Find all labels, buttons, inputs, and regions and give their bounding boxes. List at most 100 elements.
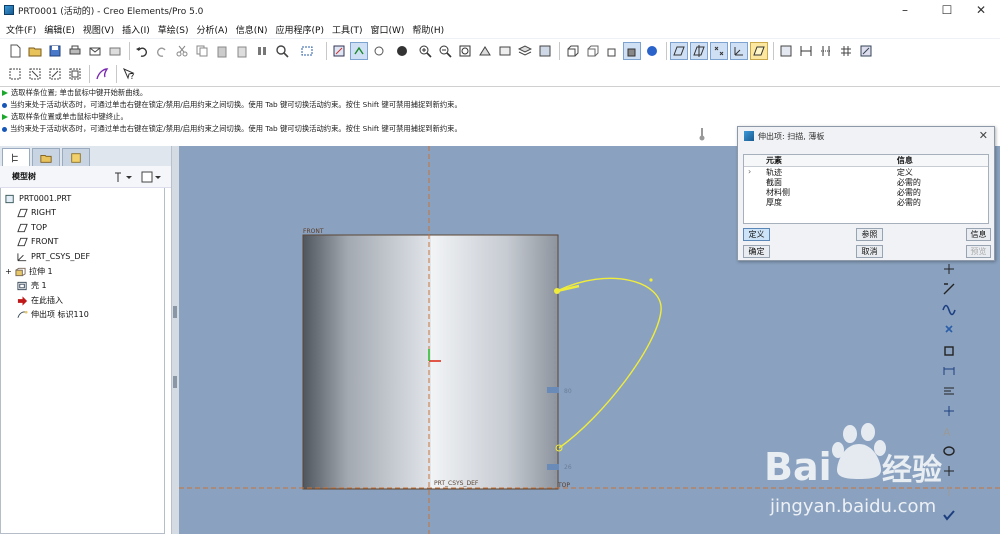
- menu-insert[interactable]: 插入(I): [118, 23, 154, 36]
- dialog-close-icon[interactable]: ✕: [979, 129, 988, 142]
- redo-icon[interactable]: [153, 42, 171, 60]
- view-manager-icon[interactable]: [536, 42, 554, 60]
- element-row[interactable]: 截面 必需的: [744, 177, 988, 187]
- refs-button[interactable]: 参照: [856, 228, 883, 241]
- point-tool-icon[interactable]: [942, 260, 968, 278]
- reorient-icon[interactable]: [476, 42, 494, 60]
- menu-edit[interactable]: 编辑(E): [40, 23, 79, 36]
- modify-tool-icon[interactable]: [942, 382, 968, 400]
- define-button[interactable]: 定义: [743, 228, 770, 241]
- zoom-in-icon[interactable]: [416, 42, 434, 60]
- dimension-tool-icon[interactable]: [942, 362, 968, 380]
- tab-favorites[interactable]: [62, 148, 90, 166]
- spline-control-point[interactable]: [649, 278, 653, 282]
- tab-model-tree[interactable]: [2, 148, 30, 166]
- cylinder-left-face[interactable]: [303, 235, 431, 489]
- zoom-out-icon[interactable]: [436, 42, 454, 60]
- menu-info[interactable]: 信息(N): [232, 23, 272, 36]
- select-datum-icon[interactable]: [66, 65, 84, 83]
- sketch-view-icon[interactable]: [857, 42, 875, 60]
- ok-button[interactable]: 确定: [743, 245, 770, 258]
- paste-icon[interactable]: [213, 42, 231, 60]
- cylinder-right-face[interactable]: [431, 235, 558, 489]
- open-folder-icon[interactable]: [26, 42, 44, 60]
- spline-start-point[interactable]: [554, 288, 560, 294]
- sketch-dimension-icon[interactable]: [797, 42, 815, 60]
- menu-applications[interactable]: 应用程序(P): [272, 23, 328, 36]
- mail-attach-icon[interactable]: [106, 42, 124, 60]
- tree-item-right[interactable]: RIGHT: [17, 206, 56, 219]
- tree-item-csys[interactable]: PRT_CSYS_DEF: [17, 250, 90, 263]
- datum-points-toggle-icon[interactable]: [710, 42, 728, 60]
- menu-tools[interactable]: 工具(T): [328, 23, 367, 36]
- preview-button[interactable]: 预览: [966, 245, 991, 258]
- enhanced-realism-icon[interactable]: [643, 42, 661, 60]
- new-file-icon[interactable]: [6, 42, 24, 60]
- thermometer-icon[interactable]: [698, 127, 706, 141]
- hidden-line-icon[interactable]: [583, 42, 601, 60]
- undo-icon[interactable]: [133, 42, 151, 60]
- element-row[interactable]: › 轨迹 定义: [744, 167, 988, 177]
- find-icon[interactable]: [273, 42, 291, 60]
- tree-show-icon[interactable]: [140, 170, 164, 184]
- line-tool-icon[interactable]: [942, 280, 968, 298]
- cut-icon[interactable]: [173, 42, 191, 60]
- print-icon[interactable]: [66, 42, 84, 60]
- maximize-button[interactable]: ☐: [928, 0, 966, 20]
- tree-item-top[interactable]: TOP: [17, 221, 47, 234]
- tree-item-insert-here[interactable]: 在此插入: [17, 294, 63, 307]
- tree-item-part[interactable]: PRT0001.PRT: [5, 192, 71, 205]
- tree-item-sweep[interactable]: 伸出项 标识110: [17, 308, 89, 321]
- menu-analysis[interactable]: 分析(A): [193, 23, 232, 36]
- saved-views-icon[interactable]: [496, 42, 514, 60]
- spline-tool-icon[interactable]: [942, 300, 968, 318]
- sketch-grid-icon[interactable]: [837, 42, 855, 60]
- paste-special-icon[interactable]: [233, 42, 251, 60]
- tree-item-extrude[interactable]: + 拉伸 1: [5, 265, 53, 278]
- menu-sketch[interactable]: 草绘(S): [154, 23, 193, 36]
- no-hidden-icon[interactable]: [603, 42, 621, 60]
- annotation-toggle-icon[interactable]: [750, 42, 768, 60]
- wireframe-icon[interactable]: [563, 42, 581, 60]
- element-row[interactable]: 材料侧 必需的: [744, 187, 988, 197]
- sketcher-palette-icon[interactable]: [93, 65, 111, 83]
- spin-center-icon[interactable]: [350, 42, 368, 60]
- point-x-tool-icon[interactable]: [942, 320, 968, 338]
- dimension-80[interactable]: 80: [564, 388, 572, 395]
- context-help-icon[interactable]: ?: [120, 65, 138, 83]
- info-button[interactable]: 信息: [966, 228, 991, 241]
- tab-folder-browser[interactable]: [32, 148, 60, 166]
- dimension-26[interactable]: 26: [564, 464, 572, 471]
- splitter-grip-icon[interactable]: [173, 376, 177, 388]
- menu-help[interactable]: 帮助(H): [408, 23, 448, 36]
- copy-icon[interactable]: [193, 42, 211, 60]
- refit-icon[interactable]: [456, 42, 474, 60]
- datum-axes-toggle-icon[interactable]: [690, 42, 708, 60]
- rectangle-tool-icon[interactable]: [942, 342, 968, 360]
- csys-toggle-icon[interactable]: [730, 42, 748, 60]
- datum-planes-toggle-icon[interactable]: [670, 42, 688, 60]
- panel-splitter[interactable]: [172, 146, 179, 534]
- minimize-button[interactable]: –: [886, 0, 924, 20]
- select-box-icon[interactable]: [293, 42, 321, 60]
- splitter-grip-icon[interactable]: [173, 306, 177, 318]
- regenerate-icon[interactable]: [253, 42, 271, 60]
- shading-icon[interactable]: [623, 42, 641, 60]
- tree-item-front[interactable]: FRONT: [17, 235, 58, 248]
- repaint-icon[interactable]: [330, 42, 348, 60]
- sketch-vertical-icon[interactable]: [817, 42, 835, 60]
- tree-settings-icon[interactable]: [112, 170, 134, 184]
- element-row[interactable]: 厚度 必需的: [744, 197, 988, 207]
- model-tree-toggle-icon[interactable]: [777, 42, 795, 60]
- orient-mode-icon[interactable]: [370, 42, 388, 60]
- display-style-icon[interactable]: [390, 42, 414, 60]
- constraint-tool-icon[interactable]: [942, 402, 968, 420]
- close-button[interactable]: ✕: [962, 0, 1000, 20]
- menu-view[interactable]: 视图(V): [79, 23, 118, 36]
- menu-window[interactable]: 窗口(W): [366, 23, 408, 36]
- select-all-icon[interactable]: [6, 65, 24, 83]
- send-mail-icon[interactable]: [86, 42, 104, 60]
- menu-file[interactable]: 文件(F): [2, 23, 40, 36]
- sweep-trajectory-spline[interactable]: [556, 277, 662, 449]
- expand-icon[interactable]: +: [5, 267, 12, 277]
